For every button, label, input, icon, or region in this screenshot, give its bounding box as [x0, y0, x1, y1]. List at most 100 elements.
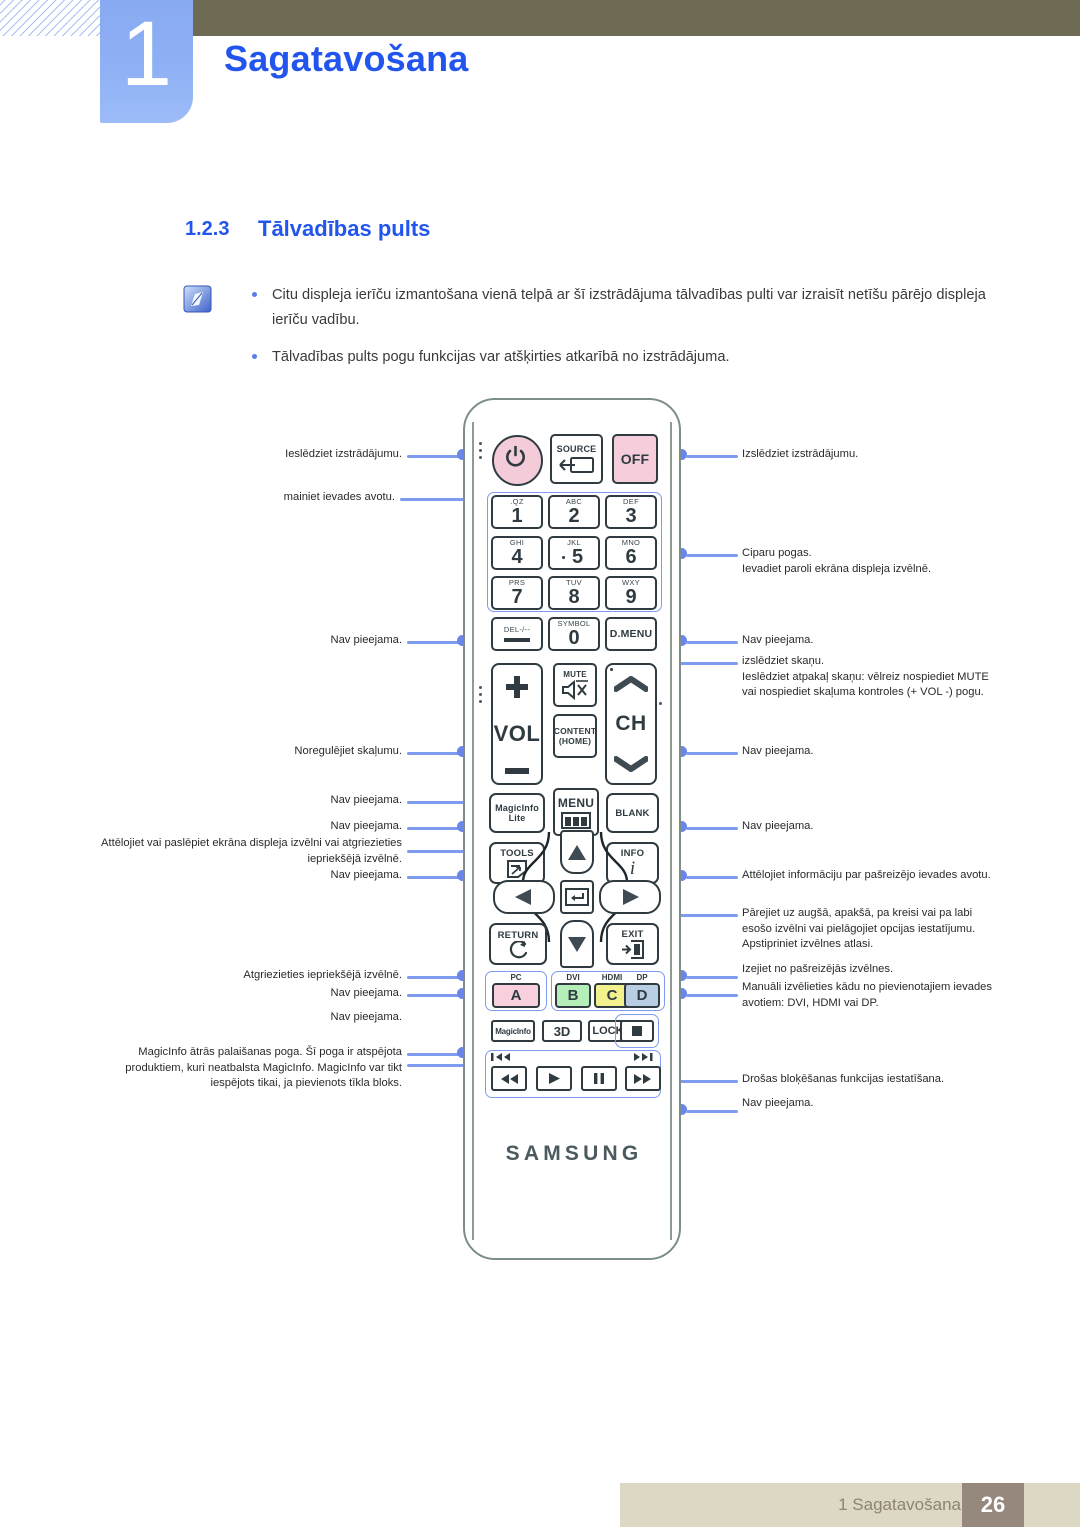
exit-label: EXIT: [621, 929, 644, 940]
mute-label: MUTE: [563, 669, 587, 679]
dmenu-button[interactable]: D.MENU: [605, 617, 657, 651]
leader-line: [407, 455, 463, 458]
stop-button[interactable]: [620, 1020, 654, 1042]
button-6[interactable]: MNO 6: [605, 536, 657, 570]
samsung-logo: SAMSUNG: [505, 1142, 643, 1165]
blank-button[interactable]: BLANK: [606, 793, 659, 833]
button-5[interactable]: JKL 5: [548, 536, 600, 570]
source-button[interactable]: SOURCE: [550, 434, 603, 484]
button-0[interactable]: SYMBOL 0: [548, 617, 600, 651]
button-8[interactable]: TUV 8: [548, 576, 600, 610]
mute-icon: [562, 679, 588, 700]
menu-label: MENU: [557, 795, 595, 810]
callout-right-dmenu: Nav pieejama.: [742, 634, 814, 646]
button-4[interactable]: GHI 4: [491, 536, 543, 570]
leader-line: [686, 827, 738, 830]
button-7[interactable]: PRS 7: [491, 576, 543, 610]
header-stripe-decoration: [0, 0, 100, 36]
callout-left-menu-na: Nav pieejama.: [330, 820, 402, 832]
callout-left-source: mainiet ievades avotu.: [283, 491, 395, 503]
pause-icon: [594, 1073, 604, 1084]
page-title: Tālvadības pults: [258, 216, 431, 241]
channel-button[interactable]: CH: [605, 663, 657, 785]
button-c-label: C: [606, 987, 618, 1004]
callout-right-transport: Nav pieejama.: [742, 1097, 814, 1109]
button-d[interactable]: D: [624, 983, 660, 1008]
leader-line: [407, 976, 463, 979]
button-2[interactable]: ABC 2: [548, 495, 600, 529]
return-arrow-icon: [509, 940, 528, 958]
leader-line: [686, 1110, 738, 1113]
button-b-top-label: DVI: [566, 973, 580, 982]
menu-button[interactable]: MENU: [553, 788, 599, 836]
pause-button[interactable]: [581, 1066, 617, 1091]
remote-control-diagram: SOURCE OFF .QZ 1 ABC 2 DEF 3 GHI 4 JKL 5…: [0, 398, 1080, 1298]
off-label: OFF: [620, 451, 650, 467]
leader-line: [686, 994, 738, 997]
callout-left-na2: Nav pieejama.: [330, 1011, 402, 1023]
button-b[interactable]: B: [555, 983, 591, 1008]
leader-line: [686, 976, 738, 979]
play-icon: [549, 1073, 560, 1084]
return-label: RETURN: [497, 929, 539, 941]
source-label: SOURCE: [556, 443, 597, 454]
exit-icon: [621, 940, 644, 959]
magicinfo-label: MagicInfo: [495, 1026, 531, 1036]
callout-right-off: Izslēdziet izstrādājumu.: [742, 448, 859, 460]
volume-button[interactable]: VOL: [491, 663, 543, 785]
enter-button[interactable]: [560, 880, 594, 914]
button-1-label: 1: [511, 504, 523, 527]
magicinfo-lite-label-1: MagicInfo: [495, 803, 539, 813]
down-arrow-button[interactable]: [560, 920, 594, 968]
del-button[interactable]: DEL-/--: [491, 617, 543, 651]
button-b-label: B: [567, 987, 579, 1004]
callout-right-abcd: Manuāli izvēlieties kādu no pievienotaji…: [742, 981, 992, 1009]
button-d-label: D: [636, 987, 648, 1004]
header-bar: [193, 0, 1080, 36]
button-7-label: 7: [511, 585, 523, 608]
leader-line: [686, 752, 738, 755]
footer: 1 Sagatavošana 26: [0, 1483, 1080, 1527]
button-1[interactable]: .QZ 1: [491, 495, 543, 529]
content-home-button[interactable]: CONTENT (HOME): [553, 714, 597, 758]
play-button[interactable]: [536, 1066, 572, 1091]
button-3[interactable]: DEF 3: [605, 495, 657, 529]
up-arrow-button[interactable]: [560, 830, 594, 874]
button-a[interactable]: A: [492, 983, 540, 1008]
button-2-label: 2: [568, 504, 580, 527]
magicinfo-lite-label-2: Lite: [508, 813, 526, 823]
bullet-icon: [252, 292, 257, 297]
button-a-top-label: PC: [510, 973, 522, 982]
button-8-label: 8: [568, 585, 580, 608]
callout-right-info: Attēlojiet informāciju par pašreizējo ie…: [742, 869, 991, 881]
off-button[interactable]: OFF: [612, 434, 658, 484]
callout-right-blank: Nav pieejama.: [742, 820, 814, 832]
right-arrow-button[interactable]: [599, 880, 661, 914]
leader-line: [407, 641, 463, 644]
leader-line: [686, 554, 738, 557]
callout-left-del: Nav pieejama.: [330, 634, 402, 646]
magicinfo-button[interactable]: MagicInfo: [491, 1020, 535, 1042]
callout-right-lock: Drošas bloķēšanas funkcijas iestatīšana.: [742, 1073, 945, 1085]
note-list: Citu displeja ierīču izmantošana vienā t…: [240, 283, 1010, 382]
rewind-button[interactable]: [491, 1066, 527, 1091]
dmenu-label: D.MENU: [609, 628, 653, 640]
threed-button[interactable]: 3D: [542, 1020, 582, 1042]
button-9[interactable]: WXY 9: [605, 576, 657, 610]
chevron-up-icon: [614, 676, 648, 692]
fastforward-button[interactable]: [625, 1066, 661, 1091]
left-arrow-button[interactable]: [493, 880, 555, 914]
callout-right-mute: izslēdziet skaņu. Ieslēdziet atpakaļ ska…: [742, 655, 989, 698]
bullet-icon: [252, 354, 257, 359]
dash-icon: [504, 638, 530, 642]
return-button[interactable]: RETURN: [489, 923, 547, 965]
braille-dots-left-icon: [479, 686, 482, 707]
mute-button[interactable]: MUTE: [553, 663, 597, 707]
exit-button[interactable]: EXIT: [606, 923, 659, 965]
chapter-title: Sagatavošana: [224, 38, 469, 79]
list-item: Citu displeja ierīču izmantošana vienā t…: [240, 283, 1010, 333]
arrow-down-icon: [568, 937, 586, 952]
braille-dot-icon: [610, 668, 613, 671]
magicinfo-lite-button[interactable]: MagicInfo Lite: [489, 793, 545, 833]
page-number: 26: [962, 1483, 1024, 1527]
